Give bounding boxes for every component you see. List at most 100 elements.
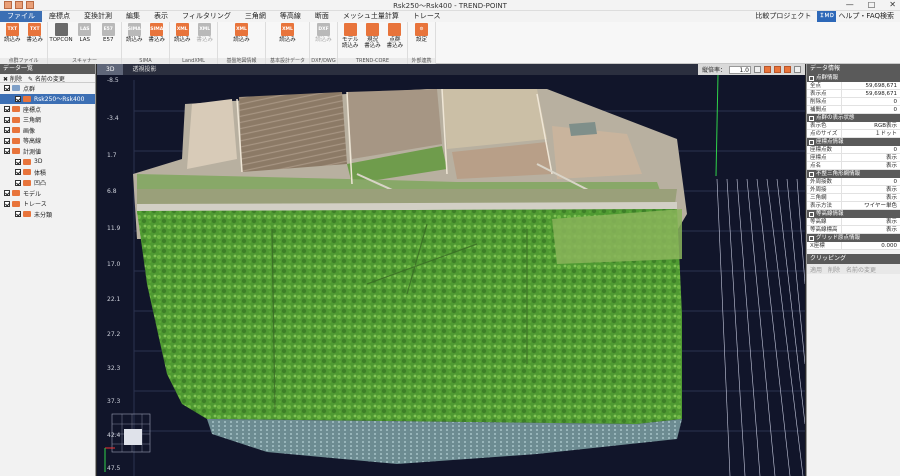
navigation-cube[interactable]	[104, 413, 151, 472]
sima-read-button[interactable]: SIMA 読込み	[124, 23, 145, 43]
tree-checkbox[interactable]	[4, 190, 10, 197]
tree-checkbox[interactable]	[4, 200, 10, 207]
e57-button[interactable]: E57 E57	[98, 23, 120, 43]
reset-view-icon[interactable]	[794, 66, 801, 73]
menu-trace[interactable]: トレース	[406, 11, 448, 22]
menu-coordinate-points[interactable]: 座標点	[42, 11, 77, 22]
tree-item[interactable]: Rsk250～Rsk400	[0, 93, 95, 104]
property-section-header[interactable]: 等高線情報	[807, 210, 900, 218]
basic-design-read-button[interactable]: XML 読込み	[277, 23, 299, 43]
topcon-button[interactable]: TOPCON	[49, 23, 73, 43]
menu-view[interactable]: 表示	[147, 11, 175, 22]
tree-checkbox[interactable]	[15, 211, 21, 218]
tree-item[interactable]: 3D	[0, 157, 95, 168]
property-row[interactable]: 表示色 RGB表示	[807, 122, 900, 130]
rename-button[interactable]: ✎ 名前の変更	[28, 74, 65, 83]
collapse-icon[interactable]	[809, 235, 814, 241]
collapse-icon[interactable]	[809, 75, 814, 81]
menu-filtering[interactable]: フィルタリング	[175, 11, 238, 22]
tab-perspective[interactable]: 透視投影	[123, 64, 165, 75]
property-section-header[interactable]: 不整三角形網情報	[807, 170, 900, 178]
pointcloud-write-button[interactable]: TXT 書込み	[25, 23, 46, 43]
property-row[interactable]: 補間点 0	[807, 106, 900, 114]
property-section-header[interactable]: グリッド原点情報	[807, 234, 900, 242]
clipping-delete-button[interactable]: 削除	[828, 265, 840, 274]
tree-checkbox[interactable]	[15, 179, 21, 186]
tree-item[interactable]: 計測値	[0, 146, 95, 157]
tree-item[interactable]: 座標点	[0, 104, 95, 115]
tree-item[interactable]: 点群	[0, 83, 95, 94]
side-view-icon[interactable]	[784, 66, 791, 73]
maximize-button[interactable]: □	[868, 0, 876, 9]
tree-item[interactable]: モデル	[0, 188, 95, 199]
tree-checkbox[interactable]	[15, 169, 21, 176]
property-row[interactable]: 外周接 表示	[807, 186, 900, 194]
property-row[interactable]: 等高線標高 表示	[807, 226, 900, 234]
tree-checkbox[interactable]	[4, 85, 10, 92]
home-view-icon[interactable]	[754, 66, 761, 73]
tree-item[interactable]: 等高線	[0, 136, 95, 147]
delete-button[interactable]: ✖ 削除	[3, 74, 22, 83]
property-section-header[interactable]: 座標点情報	[807, 138, 900, 146]
collapse-icon[interactable]	[809, 211, 814, 217]
pointcloud-core-write-button[interactable]: 点群 書込み	[385, 23, 405, 49]
model-read-button[interactable]: モデル 読込み	[340, 23, 360, 49]
3d-viewport[interactable]: 3D 透視投影 縦倍率： 1.0 -8.5 -3.4 1.7 6.8 11.9 …	[97, 64, 805, 476]
tree-checkbox[interactable]	[4, 148, 10, 155]
vertical-scale-input[interactable]: 1.0	[729, 65, 751, 74]
property-row[interactable]: X座標 0.000	[807, 242, 900, 250]
pointcloud-read-button[interactable]: TXT 読込み	[2, 23, 23, 43]
property-row[interactable]: 座標点数 0	[807, 146, 900, 154]
tree-item[interactable]: 三角網	[0, 115, 95, 126]
property-row[interactable]: 点名 表示	[807, 162, 900, 170]
menu-edit[interactable]: 編集	[119, 11, 147, 22]
tree-item[interactable]: トレース	[0, 199, 95, 210]
menu-section[interactable]: 断面	[308, 11, 336, 22]
top-view-icon[interactable]	[764, 66, 771, 73]
settings-button[interactable]: ⚙ 設定	[411, 23, 433, 43]
tree-checkbox[interactable]	[15, 95, 21, 102]
property-row[interactable]: 表示方法 ワイヤー単色	[807, 202, 900, 210]
collapse-icon[interactable]	[809, 171, 814, 177]
pointcloud-view[interactable]	[97, 64, 805, 476]
compare-project-link[interactable]: 比較プロジェクト	[755, 11, 811, 22]
tab-3d[interactable]: 3D	[97, 64, 124, 75]
landxml-write-button[interactable]: XML 書込み	[195, 23, 216, 43]
tree-item[interactable]: 体積	[0, 167, 95, 178]
clipping-apply-button[interactable]: 適用	[810, 265, 822, 274]
close-button[interactable]: ✕	[889, 0, 896, 9]
sima-write-button[interactable]: SIMA 書込み	[147, 23, 168, 43]
tree-item[interactable]: 凹凸	[0, 178, 95, 189]
property-section-header[interactable]: 点群の表示状態	[807, 114, 900, 122]
property-row[interactable]: 全点 59,698,671	[807, 82, 900, 90]
help-faq-search[interactable]: ＩＭＤ ヘルプ・FAQ検索	[817, 11, 894, 22]
property-row[interactable]: 削除点 0	[807, 98, 900, 106]
property-row[interactable]: 座標点 表示	[807, 154, 900, 162]
las-button[interactable]: LAS LAS	[74, 23, 96, 43]
menu-contours[interactable]: 等高線	[273, 11, 308, 22]
tree-checkbox[interactable]	[4, 106, 10, 113]
clipping-rename-button[interactable]: 名前の変更	[846, 265, 876, 274]
menu-transform-measure[interactable]: 変換計測	[77, 11, 119, 22]
tree-checkbox[interactable]	[15, 158, 21, 165]
property-row[interactable]: 点のサイズ １ドット	[807, 130, 900, 138]
collapse-icon[interactable]	[809, 115, 814, 121]
tree-checkbox[interactable]	[4, 127, 10, 134]
menu-mesh-volume[interactable]: メッシュ土量計算	[336, 11, 406, 22]
collapse-icon[interactable]	[809, 139, 814, 145]
base-map-read-button[interactable]: XML 読込み	[231, 23, 253, 43]
property-row[interactable]: 表示点 59,698,671	[807, 90, 900, 98]
property-section-header[interactable]: 点群情報	[807, 74, 900, 82]
dxf-read-button[interactable]: DXF 読込み	[313, 23, 335, 43]
property-row[interactable]: 三角網 表示	[807, 194, 900, 202]
menu-triangulation[interactable]: 三角網	[238, 11, 273, 22]
minimize-button[interactable]: —	[846, 0, 854, 9]
property-row[interactable]: 等高線 表示	[807, 218, 900, 226]
current-write-button[interactable]: 現況 書込み	[362, 23, 382, 49]
tree-checkbox[interactable]	[4, 116, 10, 123]
front-view-icon[interactable]	[774, 66, 781, 73]
menu-file[interactable]: ファイル	[0, 11, 42, 22]
property-row[interactable]: 外周接数 0	[807, 178, 900, 186]
tree-checkbox[interactable]	[4, 137, 10, 144]
tree-item[interactable]: 未分類	[0, 209, 95, 220]
